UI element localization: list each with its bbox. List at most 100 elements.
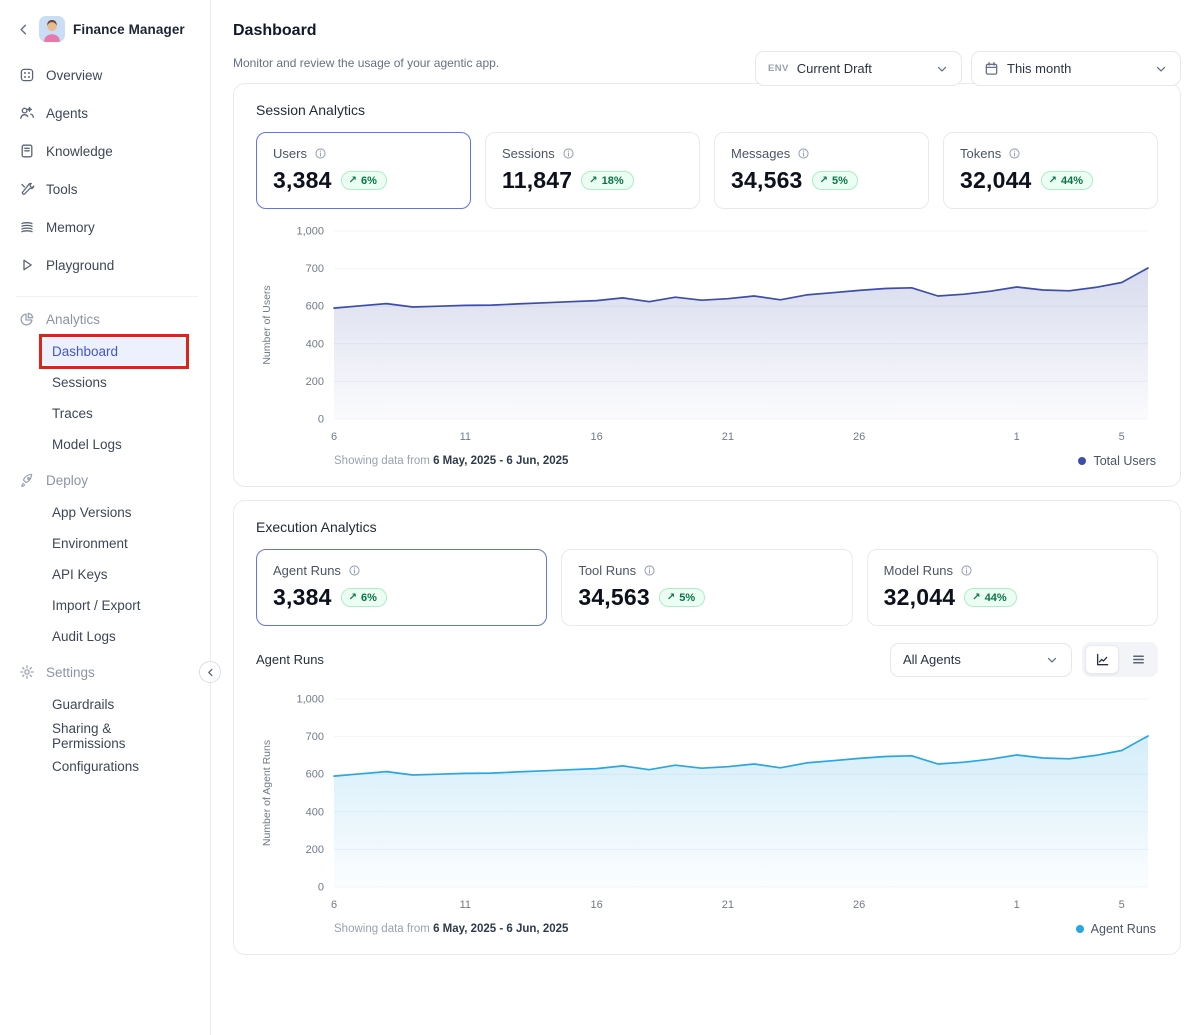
svg-text:200: 200: [306, 844, 324, 856]
app-root: Finance Manager OverviewAgentsKnowledgeT…: [0, 0, 1200, 1035]
sidebar-item-guardrails[interactable]: Guardrails: [42, 691, 186, 718]
sidebar-item-traces[interactable]: Traces: [42, 400, 186, 427]
sidebar-item-model-logs[interactable]: Model Logs: [42, 431, 186, 458]
knowledge-icon: [18, 143, 35, 159]
analytics-icon: [18, 311, 35, 327]
session-stat-card-users[interactable]: Users 3,384 ↗6%: [256, 132, 471, 209]
svg-text:26: 26: [853, 431, 865, 443]
info-icon[interactable]: [314, 147, 327, 160]
header-controls: ENV Current Draft This month: [755, 51, 1181, 86]
sidebar-item-label: Playground: [46, 258, 114, 273]
sidebar-item-memory[interactable]: Memory: [14, 208, 200, 246]
agent-runs-chart-label: Agent Runs: [256, 652, 324, 667]
stat-value: 34,563: [731, 167, 803, 194]
info-icon[interactable]: [1008, 147, 1021, 160]
sidebar-section-settings[interactable]: Settings: [14, 655, 200, 689]
svg-text:Number of Users: Number of Users: [261, 285, 273, 364]
sidebar-item-label: App Versions: [52, 505, 132, 520]
sidebar-item-label: Audit Logs: [52, 629, 116, 644]
info-icon[interactable]: [348, 564, 361, 577]
sidebar-item-playground[interactable]: Playground: [14, 246, 200, 284]
sidebar-item-dashboard[interactable]: Dashboard: [42, 338, 186, 365]
execution-date-range-note: Showing data from 6 May, 2025 - 6 Jun, 2…: [334, 923, 568, 935]
sidebar-item-knowledge[interactable]: Knowledge: [14, 132, 200, 170]
stat-label: Sessions: [502, 146, 555, 161]
trend-up-icon: ↗: [820, 176, 828, 186]
svg-text:26: 26: [853, 899, 865, 911]
tools-icon: [18, 181, 35, 197]
sidebar-item-app-versions[interactable]: App Versions: [42, 499, 186, 526]
svg-text:16: 16: [590, 899, 602, 911]
back-chevron-icon[interactable]: [16, 22, 31, 37]
svg-text:5: 5: [1119, 899, 1125, 911]
info-icon[interactable]: [797, 147, 810, 160]
session-analytics-title: Session Analytics: [256, 102, 1158, 118]
sidebar-item-sharing-permissions[interactable]: Sharing & Permissions: [42, 722, 186, 749]
sidebar-item-overview[interactable]: Overview: [14, 56, 200, 94]
stat-delta-badge: ↗6%: [341, 588, 387, 607]
trend-up-icon: ↗: [1049, 176, 1057, 186]
sidebar-section-analytics[interactable]: Analytics: [14, 302, 200, 336]
users-area-chart: 1,000700600400200061116212615Number of U…: [256, 221, 1158, 452]
sidebar-item-label: Environment: [52, 536, 128, 551]
sidebar-item-label: API Keys: [52, 567, 108, 582]
svg-text:6: 6: [331, 431, 337, 443]
agent-filter-select[interactable]: All Agents: [890, 643, 1072, 677]
info-icon[interactable]: [562, 147, 575, 160]
svg-text:6: 6: [331, 899, 337, 911]
app-name: Finance Manager: [73, 22, 185, 37]
info-icon[interactable]: [643, 564, 656, 577]
sidebar-item-import-export[interactable]: Import / Export: [42, 592, 186, 619]
sidebar-item-environment[interactable]: Environment: [42, 530, 186, 557]
env-badge: ENV: [768, 63, 789, 74]
line-chart-view-button[interactable]: [1085, 645, 1119, 674]
total-users-legend: Total Users: [1078, 454, 1156, 468]
sidebar-item-configurations[interactable]: Configurations: [42, 753, 186, 780]
stat-delta-value: 44%: [985, 592, 1007, 604]
chevron-down-icon: [1045, 653, 1059, 667]
date-range-select[interactable]: This month: [971, 51, 1181, 86]
sidebar-item-label: Sharing & Permissions: [52, 721, 176, 751]
legend-dot: [1078, 457, 1086, 465]
svg-text:700: 700: [306, 263, 324, 275]
sidebar-collapse-button[interactable]: [199, 661, 221, 683]
execution-stat-card-tool-runs[interactable]: Tool Runs34,563↗5%: [561, 549, 852, 626]
session-stat-card-messages[interactable]: Messages34,563↗5%: [714, 132, 929, 209]
chart-view-toggle: [1082, 642, 1158, 677]
svg-text:1: 1: [1014, 899, 1020, 911]
sidebar-item-api-keys[interactable]: API Keys: [42, 561, 186, 588]
chevron-down-icon: [935, 62, 949, 76]
svg-text:5: 5: [1119, 431, 1125, 443]
stat-delta-badge: ↗44%: [964, 588, 1016, 607]
sidebar-item-agents[interactable]: Agents: [14, 94, 200, 132]
stat-delta-value: 44%: [1061, 175, 1083, 187]
session-stat-card-tokens[interactable]: Tokens32,044↗44%: [943, 132, 1158, 209]
session-analytics-panel: Session Analytics Users 3,384 ↗6% Sessions 1…: [233, 83, 1181, 487]
stat-label: Users: [273, 146, 307, 161]
stat-value: 11,847: [502, 167, 572, 194]
stat-label: Tokens: [960, 146, 1001, 161]
agent-filter-value: All Agents: [903, 652, 1037, 667]
execution-stat-card-agent-runs[interactable]: Agent Runs3,384↗6%: [256, 549, 547, 626]
sidebar-item-label: Sessions: [52, 375, 107, 390]
sidebar-item-audit-logs[interactable]: Audit Logs: [42, 623, 186, 650]
sidebar-section-label: Deploy: [46, 473, 88, 488]
info-icon[interactable]: [960, 564, 973, 577]
stat-value: 3,384: [273, 167, 332, 194]
environment-select-value: Current Draft: [797, 61, 927, 76]
environment-select[interactable]: ENV Current Draft: [755, 51, 962, 86]
table-view-button[interactable]: [1121, 645, 1155, 674]
session-stat-card-sessions[interactable]: Sessions11,847↗18%: [485, 132, 700, 209]
trend-up-icon: ↗: [349, 176, 357, 186]
sidebar-item-sessions[interactable]: Sessions: [42, 369, 186, 396]
sidebar-item-label: Agents: [46, 106, 88, 121]
sidebar-section-label: Settings: [46, 665, 95, 680]
sidebar-section-deploy[interactable]: Deploy: [14, 463, 200, 497]
app-avatar: [39, 16, 65, 42]
svg-text:400: 400: [306, 806, 324, 818]
sidebar-item-tools[interactable]: Tools: [14, 170, 200, 208]
execution-stat-card-model-runs[interactable]: Model Runs32,044↗44%: [867, 549, 1158, 626]
sidebar-item-label: Overview: [46, 68, 102, 83]
stat-delta-badge: ↗6%: [341, 171, 387, 190]
svg-text:1,000: 1,000: [296, 226, 324, 238]
